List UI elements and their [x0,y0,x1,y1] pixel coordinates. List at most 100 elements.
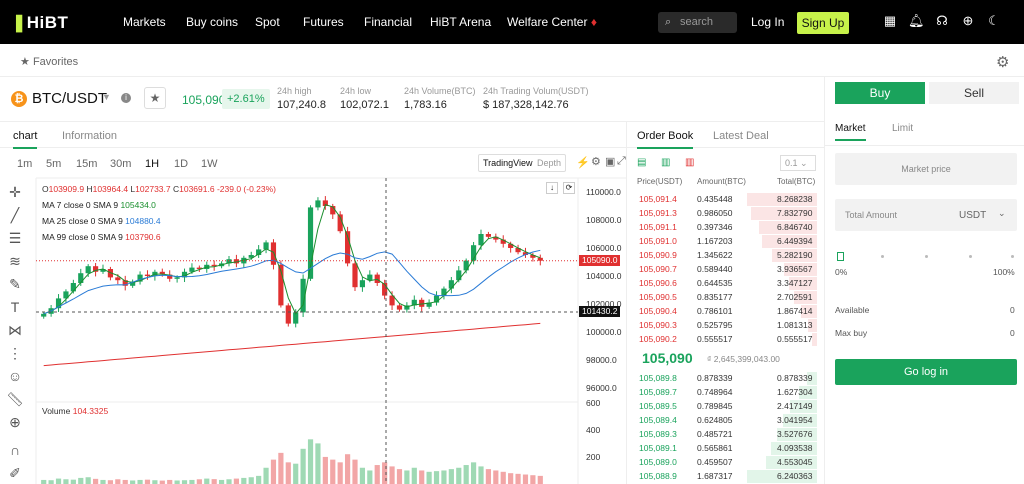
search-input[interactable]: ⌕ search [658,12,737,33]
tab-market[interactable]: Market [835,123,866,141]
login-button[interactable]: Log In [751,15,784,29]
candle-body [485,234,492,237]
ohlc-o-label: O [42,184,49,194]
chevron-down-icon: ⌄ [800,158,808,168]
crosshair-price-tag: 101430.2 [579,305,621,317]
ask-row[interactable]: 105,091.1 0.397346 6.846740 [627,221,817,235]
ob-cell-amount: 0.459507 [697,457,733,467]
volume-bar [55,478,62,484]
candle-body [359,280,366,288]
bid-row[interactable]: 105,089.1 0.565861 4.093538 [627,442,817,456]
slider-mark-25[interactable] [881,255,884,258]
bid-row[interactable]: 105,089.4 0.624805 3.041954 [627,414,817,428]
bid-row[interactable]: 105,089.0 0.459507 4.553045 [627,456,817,470]
ob-cell-total: 2.417149 [777,401,813,411]
nav-futures[interactable]: Futures [303,15,344,29]
market-price-label: Market price [901,164,951,174]
mid-price: 105,090 [642,350,693,366]
price-axis-tick: 100000.0 [586,327,622,337]
book-bids-icon[interactable]: ▥ [661,157,670,168]
precision-select[interactable]: 0.1 ⌄ [780,155,816,171]
favorite-star-button[interactable]: ★ [144,87,166,109]
volume-bar [130,480,136,484]
logo[interactable]: ❚HiBT [12,13,68,33]
tab-latest-deal[interactable]: Latest Deal [713,130,769,142]
candle-body [78,273,84,283]
sell-tab-button[interactable]: Sell [929,82,1019,104]
ob-cell-total: 6.846740 [777,222,813,232]
stat-value: 1,783.16 [404,99,447,111]
bid-row[interactable]: 105,089.5 0.789845 2.417149 [627,400,817,414]
candle-body [456,270,462,281]
slider-mark-75[interactable] [969,255,972,258]
headset-icon[interactable]: ☊ [934,13,950,29]
chart-panel: chart Information 1m 5m 15m 30m 1H 1D 1W… [0,122,626,484]
order-book-panel: Order Book Latest Deal ▤ ▥ ▥ 0.1 ⌄ Price… [626,122,825,484]
refresh-icon[interactable]: ⟳ [563,182,575,194]
tab-limit[interactable]: Limit [892,123,913,134]
ma-value: 104880.4 [125,216,161,226]
ask-row[interactable]: 105,090.7 0.589440 3.936567 [627,263,817,277]
volume-bar [278,452,284,484]
nav-hibt-arena[interactable]: HiBT Arena [430,15,491,29]
book-asks-icon[interactable]: ▥ [685,157,694,168]
bid-row[interactable]: 105,089.3 0.485721 3.527676 [627,428,817,442]
ma99-legend: MA 99 close 0 SMA 9 103790.6 [42,232,161,242]
total-unit-select[interactable]: USDT [959,210,986,221]
volume-bar [167,479,173,484]
volume-bar [85,477,91,484]
bid-row[interactable]: 105,089.7 0.748964 1.627304 [627,386,817,400]
ask-row[interactable]: 105,091.0 1.167203 6.449394 [627,235,817,249]
pair-selector[interactable]: BTC/USDT [32,90,107,107]
tab-order-book[interactable]: Order Book [637,130,694,149]
favorites-link[interactable]: ★ Favorites [20,55,78,68]
settings-gear-icon[interactable]: ⚙ [996,53,1009,71]
nav-buy-coins[interactable]: Buy coins [186,15,238,29]
ask-row[interactable]: 105,090.4 0.786101 1.867414 [627,305,817,319]
ask-row[interactable]: 105,090.3 0.525795 1.081313 [627,319,817,333]
bid-row[interactable]: 105,089.8 0.878339 0.878339 [627,372,817,386]
ask-row[interactable]: 105,090.2 0.555517 0.555517 [627,333,817,347]
ob-cell-amount: 0.555517 [697,334,733,344]
ob-cell-total: 4.093538 [777,443,813,453]
globe-icon[interactable]: ⊕ [960,13,976,29]
last-price-tag: 105090.0 [579,254,621,266]
price-axis-tick: 108000.0 [586,215,622,225]
bell-icon[interactable]: 🔔︎ [908,13,925,29]
nav-spot[interactable]: Spot [255,15,280,29]
ask-row[interactable]: 105,090.9 1.345622 5.282190 [627,249,817,263]
candlestick-chart[interactable] [0,122,626,484]
stat-label: 24h low [340,86,372,96]
total-amount-input[interactable]: Total Amount USDT ⌄ [835,199,1017,231]
qr-code-icon[interactable]: ▦ [882,13,898,29]
signup-button[interactable]: Sign Up [797,12,849,34]
volume-bar [537,475,543,484]
volume-bar [159,480,165,484]
nav-financial[interactable]: Financial [364,15,412,29]
book-both-icon[interactable]: ▤ [637,157,646,168]
scroll-down-icon[interactable]: ↓ [546,182,558,194]
ask-row[interactable]: 105,091.3 0.986050 7.832790 [627,207,817,221]
ask-row[interactable]: 105,090.6 0.644535 3.347127 [627,277,817,291]
volume-bar [478,466,484,484]
nav-welfare-center[interactable]: Welfare Center ♦ [507,15,597,29]
chevron-down-icon[interactable]: ▼ [102,92,111,102]
volume-bar [530,475,536,484]
nav-markets[interactable]: Markets [123,15,166,29]
ma99-line [43,322,541,367]
slider-handle[interactable] [837,252,844,261]
go-login-button[interactable]: Go log in [835,359,1017,385]
ask-row[interactable]: 105,091.4 0.435448 8.268238 [627,193,817,207]
moon-icon[interactable]: ☾ [986,13,1002,29]
ask-row[interactable]: 105,090.5 0.835177 2.702591 [627,291,817,305]
candle-body [463,260,469,271]
slider-max-label: 100% [993,267,1015,277]
amount-slider[interactable] [837,252,1015,261]
price-axis-tick: 104000.0 [586,271,622,281]
buy-tab-button[interactable]: Buy [835,82,925,104]
slider-mark-50[interactable] [925,255,928,258]
slider-mark-100[interactable] [1011,255,1014,258]
stat-value: $ 187,328,142.76 [483,99,569,111]
info-icon[interactable]: i [121,93,131,103]
bid-row[interactable]: 105,088.9 1.687317 6.240363 [627,470,817,484]
